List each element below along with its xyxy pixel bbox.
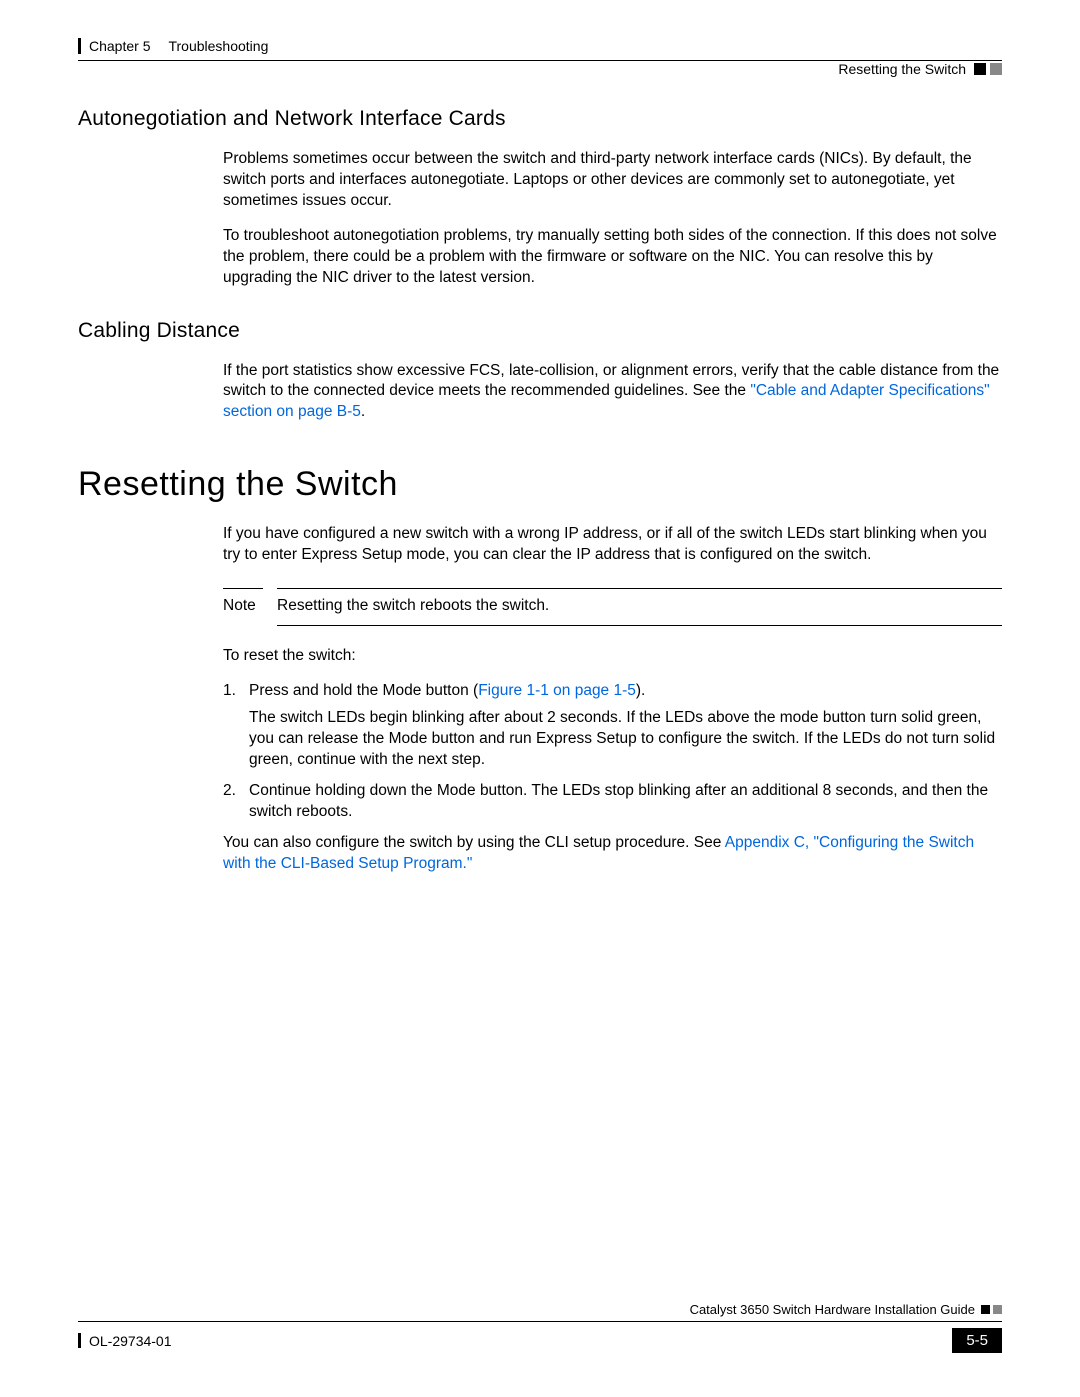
heading-resetting: Resetting the Switch xyxy=(78,465,1002,504)
footer-left: OL-29734-01 xyxy=(78,1333,172,1349)
square-gray-icon xyxy=(993,1305,1002,1314)
square-black-icon xyxy=(974,63,986,75)
header-bar-icon xyxy=(78,38,81,54)
list-number: 1. xyxy=(223,681,249,702)
footer: Catalyst 3650 Switch Hardware Installati… xyxy=(78,1302,1002,1353)
paragraph: If the port statistics show excessive FC… xyxy=(223,361,1002,424)
paragraph: To troubleshoot autonegotiation problems… xyxy=(223,226,1002,289)
ordered-list: 2. Continue holding down the Mode button… xyxy=(223,781,1002,823)
list-number: 2. xyxy=(223,781,249,823)
note-block: Note Resetting the switch reboots the sw… xyxy=(223,588,1002,626)
list-body: Press and hold the Mode button (Figure 1… xyxy=(249,681,1002,702)
heading-cabling: Cabling Distance xyxy=(78,319,1002,343)
footer-rule xyxy=(78,1321,1002,1322)
paragraph: To reset the switch: xyxy=(223,646,1002,667)
text: ). xyxy=(636,682,645,699)
square-gray-icon xyxy=(990,63,1002,75)
footer-guide-title: Catalyst 3650 Switch Hardware Installati… xyxy=(690,1302,975,1317)
chapter-title: Troubleshooting xyxy=(168,38,268,54)
paragraph: If you have configured a new switch with… xyxy=(223,524,1002,566)
text: You can also configure the switch by usi… xyxy=(223,834,725,851)
link-figure-1-1[interactable]: Figure 1-1 on page 1-5 xyxy=(478,682,636,699)
list-item: 2. Continue holding down the Mode button… xyxy=(223,781,1002,823)
ordered-list: 1. Press and hold the Mode button (Figur… xyxy=(223,681,1002,702)
footer-title-row: Catalyst 3650 Switch Hardware Installati… xyxy=(78,1302,1002,1317)
text: . xyxy=(361,403,365,420)
note-label: Note xyxy=(223,588,263,615)
section-label: Resetting the Switch xyxy=(838,61,966,77)
paragraph: Problems sometimes occur between the swi… xyxy=(223,149,1002,212)
doc-id: OL-29734-01 xyxy=(89,1333,172,1349)
square-black-icon xyxy=(981,1305,990,1314)
text: Press and hold the Mode button ( xyxy=(249,682,478,699)
paragraph: You can also configure the switch by usi… xyxy=(223,833,1002,875)
heading-autonegotiation: Autonegotiation and Network Interface Ca… xyxy=(78,107,1002,131)
chapter-number: Chapter 5 xyxy=(89,38,150,54)
footer-bar-icon xyxy=(78,1333,81,1348)
header-right: Resetting the Switch xyxy=(78,61,1002,77)
footer-bottom-row: OL-29734-01 5-5 xyxy=(78,1328,1002,1353)
note-content: Resetting the switch reboots the switch. xyxy=(277,588,1002,626)
list-item: 1. Press and hold the Mode button (Figur… xyxy=(223,681,1002,702)
page-number: 5-5 xyxy=(952,1328,1002,1353)
header-left: Chapter 5 Troubleshooting xyxy=(78,38,1002,54)
list-body: Continue holding down the Mode button. T… xyxy=(249,781,1002,823)
list-sub-paragraph: The switch LEDs begin blinking after abo… xyxy=(249,708,1002,771)
